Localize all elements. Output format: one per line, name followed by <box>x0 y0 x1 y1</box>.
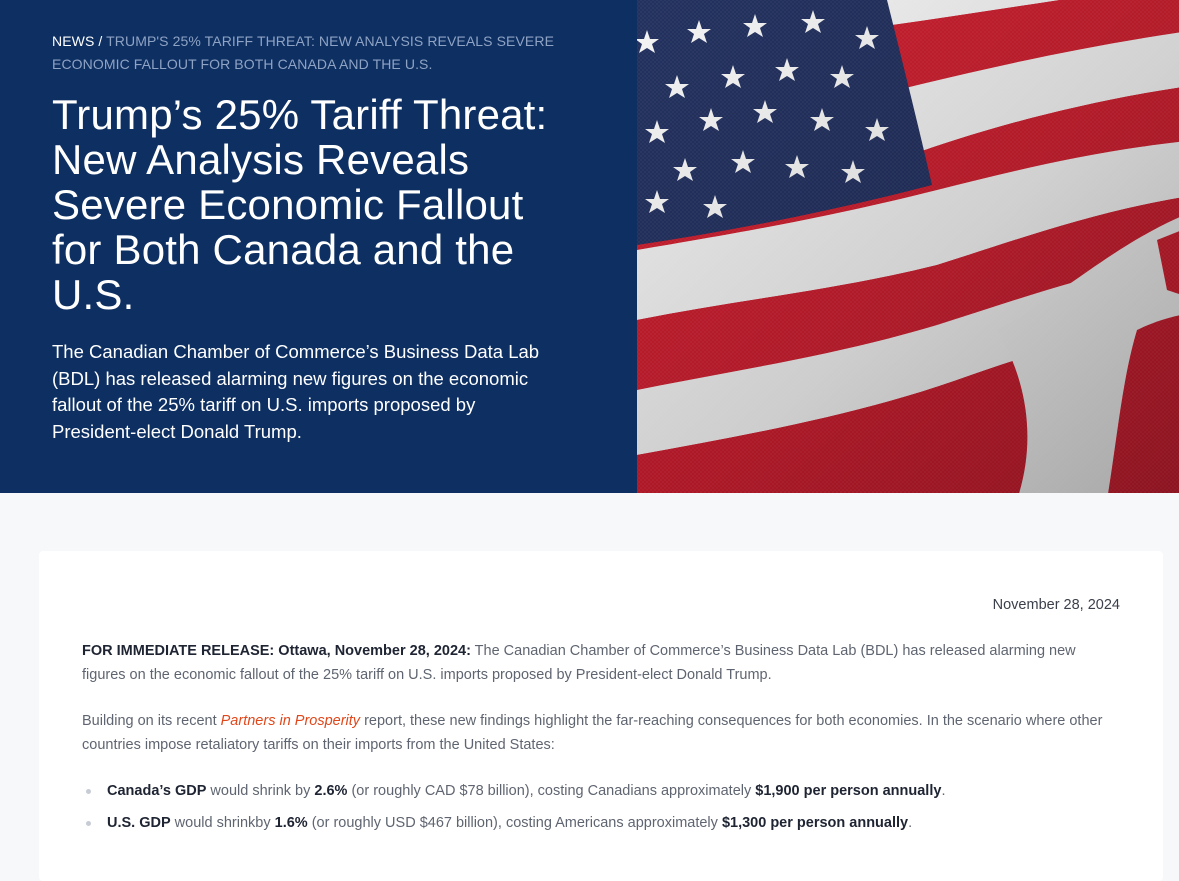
page-title: Trump’s 25% Tariff Threat: New Analysis … <box>52 91 548 318</box>
impact-list: Canada’s GDP would shrink by 2.6% (or ro… <box>82 779 1120 835</box>
bullet-percent: 1.6% <box>274 815 308 831</box>
bullet-text: (or roughly CAD $78 billion), costing Ca… <box>347 783 756 799</box>
bullet-text: . <box>908 815 913 831</box>
bullet-amount: $1,900 per person annually <box>755 783 942 799</box>
context-text-before: Building on its recent <box>82 713 221 729</box>
bullet-icon <box>86 821 91 826</box>
article-date: November 28, 2024 <box>992 597 1120 613</box>
breadcrumb-current-page: TRUMP'S 25% TARIFF THREAT: NEW ANALYSIS … <box>52 33 555 72</box>
list-item: U.S. GDP would shrinkby 1.6% (or roughly… <box>82 811 1120 835</box>
bullet-amount: $1,300 per person annually <box>721 815 909 831</box>
hero-deck: The Canadian Chamber of Commerce’s Busin… <box>52 341 540 442</box>
bullet-text: . <box>941 783 946 799</box>
hero-banner: NEWS / TRUMP'S 25% TARIFF THREAT: NEW AN… <box>0 0 1179 493</box>
intro-paragraph: FOR IMMEDIATE RELEASE: Ottawa, November … <box>82 639 1112 687</box>
bullet-icon <box>86 789 91 794</box>
partners-in-prosperity-link[interactable]: Partners in Prosperity <box>221 713 360 729</box>
bullet-text: would shrinkby <box>170 815 275 831</box>
breadcrumb: NEWS / TRUMP'S 25% TARIFF THREAT: NEW AN… <box>52 30 572 76</box>
article-card: November 28, 2024 FOR IMMEDIATE RELEASE:… <box>39 551 1163 881</box>
breadcrumb-news-link[interactable]: NEWS <box>52 33 94 49</box>
bullet-text: (or roughly USD $467 billion), costing A… <box>307 815 722 831</box>
us-canada-flags-image <box>637 0 1179 493</box>
hero-text-panel: NEWS / TRUMP'S 25% TARIFF THREAT: NEW AN… <box>0 0 637 493</box>
bullet-subject: Canada’s GDP <box>107 783 207 799</box>
bullet-text: would shrink by <box>206 783 315 799</box>
list-item: Canada’s GDP would shrink by 2.6% (or ro… <box>82 779 1120 803</box>
breadcrumb-separator: / <box>94 33 107 49</box>
bullet-subject: U.S. GDP <box>107 815 171 831</box>
context-paragraph: Building on its recent Partners in Prosp… <box>82 709 1112 757</box>
release-dateline: FOR IMMEDIATE RELEASE: Ottawa, November … <box>82 643 471 659</box>
bullet-percent: 2.6% <box>314 783 348 799</box>
